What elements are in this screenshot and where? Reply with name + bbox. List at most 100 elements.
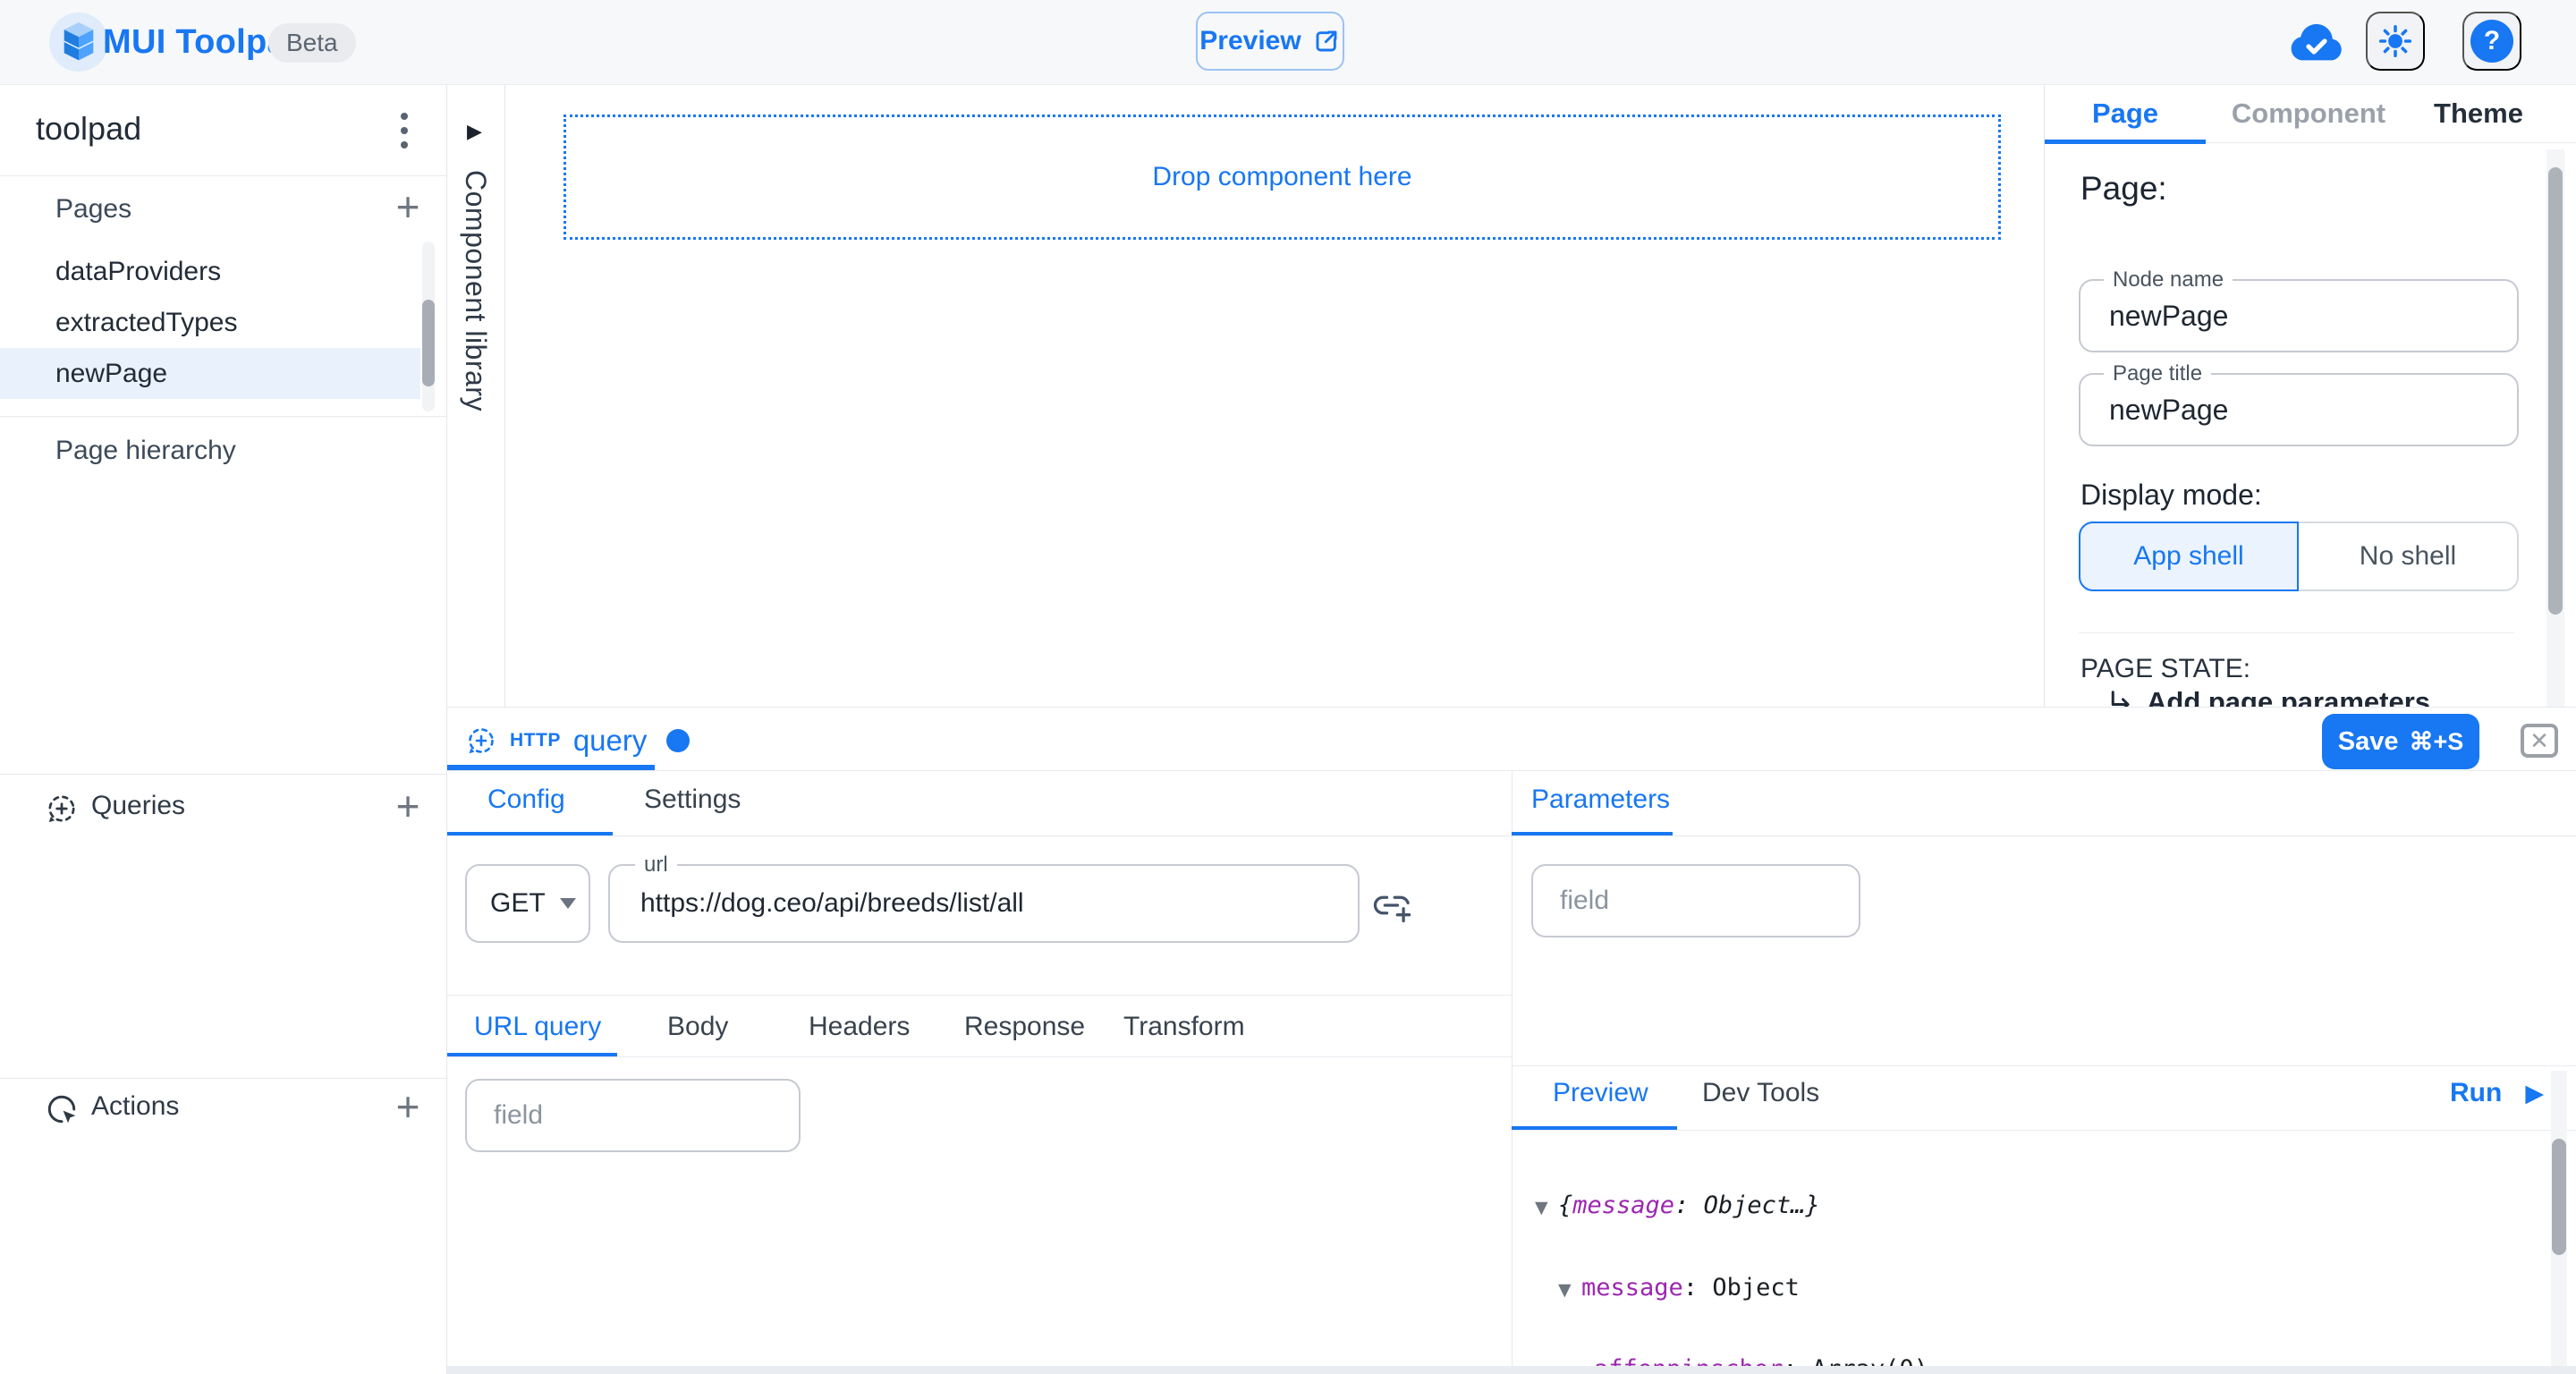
tab-preview[interactable]: Preview (1553, 1078, 1648, 1108)
preview-button[interactable]: Preview (1196, 12, 1344, 71)
inspector-scrollbar-thumb[interactable] (2548, 167, 2563, 615)
divider (1512, 1065, 2576, 1066)
tab-url-query[interactable]: URL query (474, 1012, 601, 1042)
unsaved-indicator-dot (666, 729, 690, 752)
kebab-menu-icon (400, 111, 409, 150)
json-result-tree: ▼{message: Object…} ▼message: Object aff… (1535, 1140, 2537, 1366)
query-name-label: query (573, 724, 648, 758)
tree-expander-icon[interactable]: ▼ (1558, 1277, 1581, 1304)
tab-component[interactable]: Component (2206, 85, 2411, 143)
component-library-panel[interactable]: ▶ Component library (447, 85, 505, 707)
add-page-parameters-label: Add page parameters (2147, 686, 2430, 707)
open-in-new-icon (1312, 27, 1341, 55)
display-mode-no-shell[interactable]: No shell (2297, 522, 2519, 591)
beta-badge: Beta (268, 23, 356, 63)
active-parameters-tab-indicator (1512, 832, 1673, 835)
sidebar-item-extractedtypes[interactable]: extractedTypes (0, 297, 420, 348)
tab-config[interactable]: Config (487, 785, 565, 815)
divider (0, 416, 447, 417)
theme-toggle-button[interactable] (2366, 12, 2425, 71)
pages-scrollbar (422, 242, 435, 411)
url-field: url (608, 864, 1360, 943)
query-editor-tab[interactable]: HTTP query (465, 717, 690, 765)
sidebar-item-newpage[interactable]: newPage (0, 348, 420, 399)
subdirectory-arrow-icon (2107, 689, 2134, 707)
node-name-input[interactable] (2109, 281, 2494, 351)
pages-section-label: Pages (55, 194, 131, 225)
url-input[interactable] (640, 866, 1329, 941)
tab-body[interactable]: Body (667, 1012, 728, 1042)
add-link-icon (1370, 884, 1413, 927)
sidebar-item-dataproviders[interactable]: dataProviders (0, 246, 420, 297)
divider (2079, 632, 2514, 633)
save-button[interactable]: Save ⌘+S (2322, 714, 2479, 769)
add-action-button[interactable]: + (386, 1085, 429, 1128)
app-header: MUI Toolpad Beta Preview (0, 0, 2576, 85)
parameters-field-input[interactable] (1531, 864, 1860, 937)
close-panel-button[interactable]: ✕ (2521, 724, 2558, 758)
tree-row-message[interactable]: ▼message: Object (1535, 1275, 2537, 1304)
divider (447, 1056, 1512, 1057)
deploy-status (2283, 18, 2347, 68)
divider (0, 1078, 447, 1079)
help-button[interactable]: ? (2462, 12, 2521, 71)
pages-scrollbar-thumb[interactable] (422, 300, 435, 386)
run-button[interactable]: Run ▶ (2450, 1078, 2544, 1108)
cloud-check-icon (2286, 22, 2343, 64)
result-scrollbar-thumb[interactable] (2552, 1139, 2566, 1255)
toolpad-logo (49, 13, 108, 72)
drop-zone-label: Drop component here (1152, 162, 1411, 192)
expand-panel-icon[interactable]: ▶ (467, 121, 482, 143)
save-button-label: Save (2338, 727, 2399, 757)
inspector-panel: Page Component Theme Page: Node name Pag… (2044, 85, 2576, 707)
query-icon (465, 725, 497, 757)
tree-row-affenpinscher[interactable]: affenpinscher: Array(0) (1535, 1356, 2537, 1366)
divider (1512, 1130, 2576, 1131)
queries-icon (45, 792, 79, 826)
run-button-label: Run (2450, 1078, 2502, 1108)
display-mode-app-shell[interactable]: App shell (2079, 522, 2299, 591)
project-name: toolpad (36, 110, 141, 148)
add-page-button[interactable]: + (386, 185, 429, 228)
active-tab-indicator (2045, 140, 2206, 144)
light-mode-icon (2377, 22, 2414, 60)
add-query-button[interactable]: + (386, 785, 429, 827)
actions-section-label: Actions (91, 1091, 179, 1122)
tab-headers[interactable]: Headers (809, 1012, 910, 1042)
tab-parameters[interactable]: Parameters (1531, 785, 1670, 815)
result-scrollbar (2551, 1071, 2567, 1366)
page-state-label: PAGE STATE: (2080, 654, 2250, 684)
tab-settings[interactable]: Settings (644, 785, 741, 815)
divider (0, 774, 447, 775)
tab-transform[interactable]: Transform (1123, 1012, 1245, 1042)
component-library-label: Component library (459, 170, 492, 411)
help-icon: ? (2470, 20, 2513, 63)
tree-expander-icon[interactable]: ▼ (1535, 1195, 1558, 1222)
page-canvas: Drop component here (505, 85, 2044, 707)
toolpad-logo-icon (61, 22, 97, 62)
tab-theme[interactable]: Theme (2411, 85, 2546, 143)
tree-row-root[interactable]: ▼{message: Object…} (1535, 1192, 2537, 1222)
http-method-value: GET (490, 888, 546, 919)
add-page-parameters-button[interactable]: Add page parameters (2107, 686, 2430, 707)
tab-dev-tools[interactable]: Dev Tools (1702, 1078, 1819, 1108)
drop-zone[interactable]: Drop component here (564, 114, 2001, 240)
tab-response[interactable]: Response (964, 1012, 1085, 1042)
tab-page[interactable]: Page (2045, 85, 2206, 143)
http-method-select[interactable]: GET (465, 864, 590, 943)
play-icon: ▶ (2525, 1080, 2544, 1107)
page-heading: Page: (2080, 170, 2167, 208)
preview-button-label: Preview (1199, 26, 1301, 56)
url-query-field-input[interactable] (465, 1079, 801, 1152)
add-link-button[interactable] (1370, 884, 1413, 927)
page-hierarchy-label: Page hierarchy (55, 436, 236, 466)
app-window: MUI Toolpad Beta Preview (0, 0, 2576, 1374)
node-name-field: Node name (2079, 279, 2519, 352)
project-menu-button[interactable] (385, 108, 424, 153)
query-editor-panel: HTTP query Save ⌘+S ✕ Config Settings GE… (447, 707, 2576, 1374)
query-kind-label: HTTP (510, 730, 561, 751)
divider (447, 995, 1512, 996)
horizontal-scrollbar-track[interactable] (447, 1366, 2576, 1374)
page-title-input[interactable] (2109, 375, 2494, 445)
inspector-scrollbar (2546, 149, 2564, 707)
